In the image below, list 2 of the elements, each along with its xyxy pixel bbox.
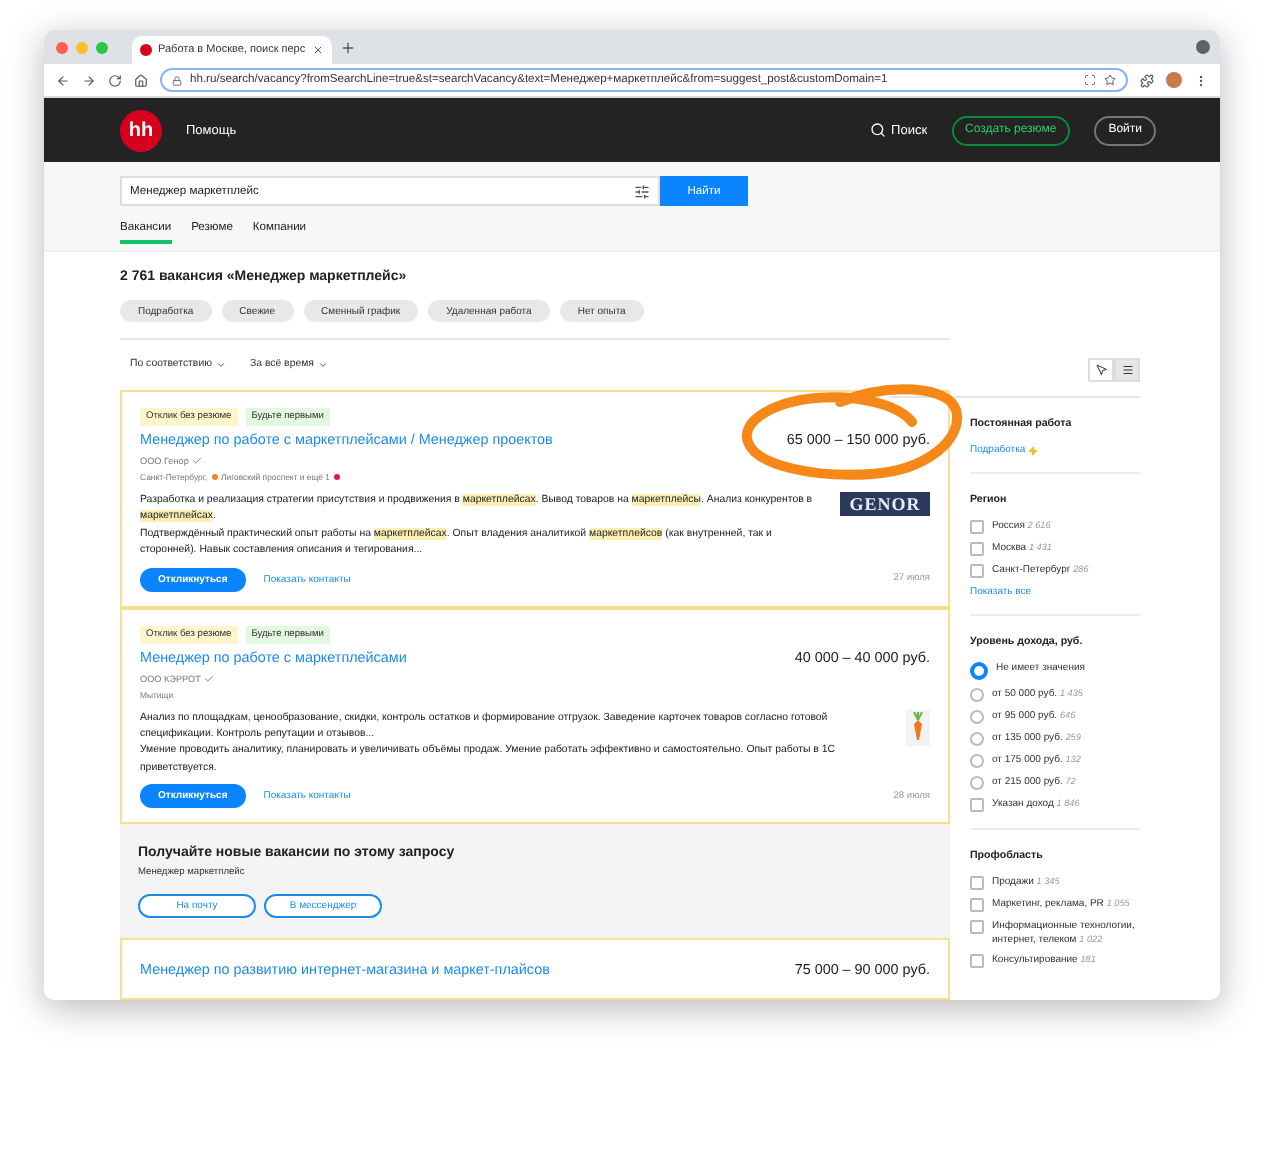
site-logo[interactable]: hh: [120, 109, 162, 151]
company-logo: GENOR: [840, 492, 930, 516]
